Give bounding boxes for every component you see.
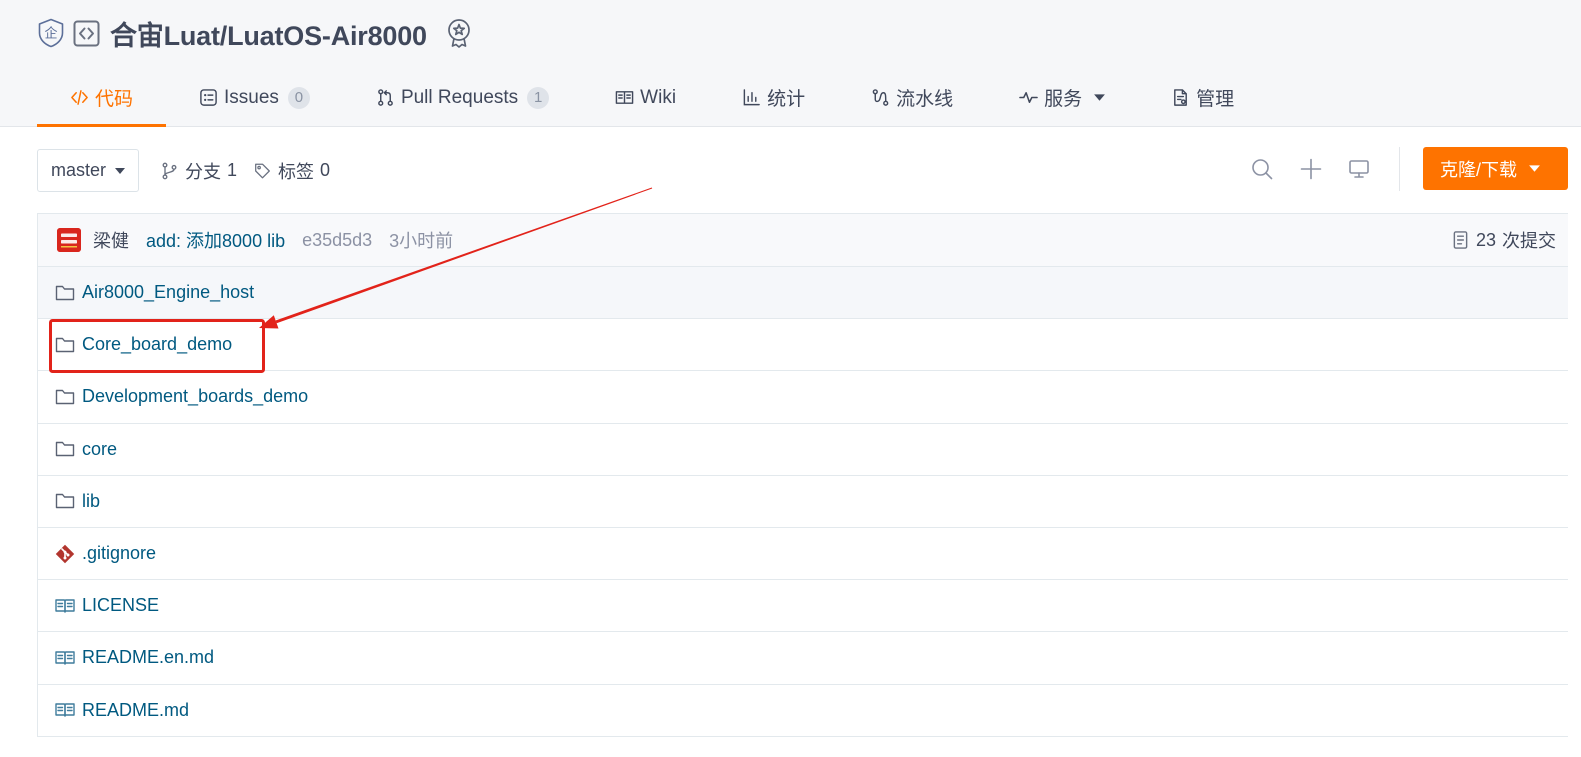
enterprise-badge-icon[interactable]: 企 [38,18,64,48]
chevron-down-icon [115,168,125,174]
commits-count: 23 [1475,229,1496,250]
monitor-icon[interactable] [1348,158,1370,180]
stats-icon [742,88,761,107]
commit-time: 3小时前 [389,231,454,251]
pull-request-icon [376,88,395,107]
tab-label: Wiki [640,86,677,108]
tab-wiki[interactable]: Wiki [582,68,709,127]
tab-issues[interactable]: Issues 0 [166,68,343,127]
branch-icon [161,162,178,180]
tab-label: 管理 [1196,89,1235,110]
chevron-down-icon [1094,94,1105,101]
file-name-link[interactable]: core [82,439,117,460]
manage-icon [1171,88,1190,107]
tab-label: 流水线 [896,89,954,110]
file-name-link[interactable]: Development_boards_demo [82,386,308,407]
service-icon [1019,88,1038,107]
file-name-link[interactable]: LICENSE [82,595,159,616]
wiki-icon [615,88,634,107]
award-icon[interactable] [445,18,473,48]
book-icon [55,700,75,720]
tab-label: 代码 [95,89,134,110]
issues-count-badge: 0 [287,86,310,109]
svg-text:企: 企 [44,26,57,42]
file-row[interactable]: README.md [37,684,1568,737]
clone-download-button[interactable]: 克隆/下载 [1423,147,1568,190]
file-row[interactable]: lib [37,475,1568,528]
tab-service[interactable]: 服务 [986,68,1138,127]
book-icon [55,596,75,616]
repo-title[interactable]: 合宙Luat/LuatOS-Air8000 [110,14,427,53]
commits-label: 次提交 [1502,231,1556,251]
tab-label: Pull Requests [400,86,519,108]
tab-manage[interactable]: 管理 [1138,68,1267,127]
file-row[interactable]: core [37,423,1568,476]
commit-author[interactable]: 梁健 [93,227,129,253]
folder-icon [55,335,75,355]
branches-link[interactable]: 分支 1 [161,149,237,192]
clone-download-label: 克隆/下载 [1440,159,1518,180]
tag-icon [254,162,271,180]
branch-select-value: master [51,160,107,180]
file-row[interactable]: README.en.md [37,632,1568,685]
file-name-link[interactable]: lib [82,491,100,512]
tab-pipeline[interactable]: 流水线 [838,68,986,127]
repo-header: 企 合宙Luat/LuatOS-Air8000 代码 Issues 0 Pull… [0,0,1581,127]
file-name-link[interactable]: README.en.md [82,647,214,668]
tab-stats[interactable]: 统计 [709,68,838,127]
chevron-down-icon [1529,165,1540,172]
tags-link[interactable]: 标签 0 [254,149,330,192]
git-file-icon [55,544,75,564]
commit-history-link[interactable]: 23 次提交 [1452,227,1556,253]
commit-message[interactable]: add: 添加8000 lib [146,227,285,253]
repo-code-icon [73,20,100,46]
tab-label: Issues [224,86,279,108]
file-name-link[interactable]: Core_board_demo [82,334,232,355]
branch-select[interactable]: master [37,149,139,192]
branches-label: 分支 [185,161,221,182]
avatar[interactable] [57,228,81,252]
folder-icon [55,387,75,407]
plus-icon[interactable] [1300,158,1322,180]
search-icon[interactable] [1251,158,1273,180]
toolbar-divider [1399,147,1400,191]
latest-commit-bar: 梁健 add: 添加8000 lib e35d5d3 3小时前 23 次提交 [37,213,1568,267]
file-row[interactable]: Air8000_Engine_host [37,267,1568,320]
tab-pull-requests[interactable]: Pull Requests 1 [343,68,582,127]
file-name-link[interactable]: Air8000_Engine_host [82,282,254,303]
file-name-link[interactable]: README.md [82,700,189,721]
file-row[interactable]: LICENSE [37,580,1568,633]
branches-count: 1 [227,160,238,180]
folder-icon [55,491,75,511]
tab-code[interactable]: 代码 [37,68,167,127]
tags-count: 0 [320,160,331,180]
tags-label: 标签 [278,161,314,182]
file-row[interactable]: Core_board_demo [37,319,1568,372]
folder-icon [55,283,75,303]
commit-history-icon [1452,230,1469,250]
commit-hash[interactable]: e35d5d3 [302,230,372,251]
repo-tabs: 代码 Issues 0 Pull Requests 1 Wiki 统计 流水线 … [37,68,1267,127]
pull-requests-count-badge: 1 [527,86,550,109]
issues-icon [199,88,218,107]
pipeline-icon [871,88,890,107]
file-row[interactable]: .gitignore [37,527,1568,581]
folder-icon [55,439,75,459]
file-name-link[interactable]: .gitignore [82,543,156,564]
book-icon [55,648,75,668]
repo-title-row: 企 合宙Luat/LuatOS-Air8000 [38,14,473,52]
tab-label: 服务 [1044,89,1083,110]
file-row[interactable]: Development_boards_demo [37,371,1568,424]
code-icon [70,88,89,107]
file-list: Air8000_Engine_host Core_board_demo Deve… [37,267,1568,737]
tab-label: 统计 [767,89,806,110]
